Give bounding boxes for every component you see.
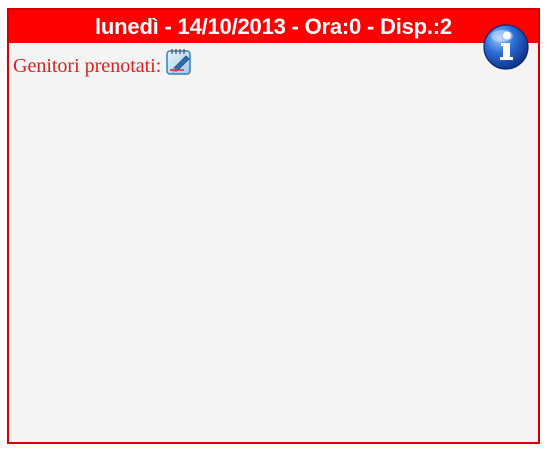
info-icon[interactable] <box>482 23 530 71</box>
panel-header: lunedì - 14/10/2013 - Ora:0 - Disp.:2 <box>9 10 538 43</box>
panel-content: Genitori prenotati: <box>9 24 538 79</box>
booking-panel: lunedì - 14/10/2013 - Ora:0 - Disp.:2 Ge… <box>7 8 540 444</box>
booked-parents-label: Genitori prenotati: <box>13 55 162 77</box>
booked-parents-row: Genitori prenotati: <box>13 47 538 79</box>
panel-title: lunedì - 14/10/2013 - Ora:0 - Disp.:2 <box>95 13 452 39</box>
edit-note-icon[interactable] <box>164 47 194 77</box>
